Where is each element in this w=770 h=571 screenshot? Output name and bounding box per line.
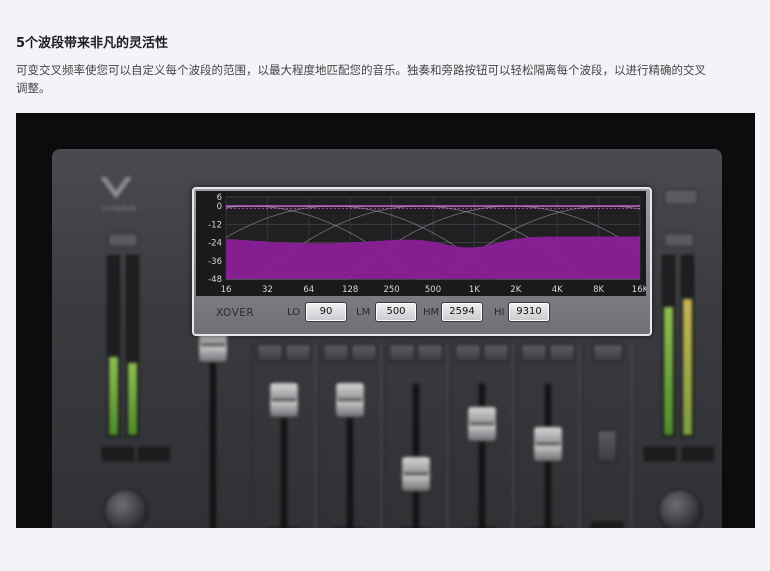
band-2-bypass-button[interactable] [351,344,377,362]
band-2-fader-cap[interactable] [335,382,365,418]
output-gain-knob[interactable] [658,489,702,528]
output-meter-right [681,255,694,437]
band-3-solo-button[interactable] [389,344,415,362]
band-1-fader-cap[interactable] [269,382,299,418]
crossover-hm-label: HM [423,307,440,318]
master-strip-button[interactable] [593,344,623,362]
master-strip-label [591,522,623,528]
input-meter-left [107,255,120,437]
band-5-solo-button[interactable] [521,344,547,362]
eq-x-tick: 8K [593,285,604,295]
master-strip [582,344,632,528]
crossover-bar: XOVER LO 90 LM 500 HM 2594 HI 9310 [194,298,646,332]
input-meter-button[interactable] [108,233,138,247]
output-meter-left [662,255,675,437]
band-4-bypass-button[interactable] [483,344,509,362]
band-5-fader-cap[interactable] [533,426,563,462]
crossover-lo-label: LO [287,307,301,318]
crossover-hm-field[interactable]: 2594 [441,302,483,322]
eq-x-tick: 16 [221,285,232,295]
crossover-lm-label: LM [356,307,371,318]
input-meter-right [126,255,139,437]
band-strip-5 [516,344,580,528]
band-strip-2 [318,344,382,528]
eq-x-tick: 500 [425,285,441,295]
eq-response-fill [226,236,640,279]
crossover-lm-field[interactable]: 500 [375,302,417,322]
eq-graph: 6 0 -12 -24 -36 -48 16 32 64 128 250 500 1K 2K 4K 8K 16K [196,191,649,296]
eq-x-tick: 128 [342,285,358,295]
crossover-hi-field[interactable]: 9310 [508,302,550,322]
band-3-fader-cap[interactable] [401,456,431,492]
article-description: 可变交叉频率使您可以自定义每个波段的范围，以最大程度地匹配您的音乐。独奏和旁路按… [16,63,706,95]
eq-x-tick: 16K [632,285,646,295]
brand-name: VITAMIN [101,205,137,213]
eq-graph-svg: 60-12-24-36-4816 32 64 128 250 500 1K 2K 4K 8K 16K [208,193,649,295]
input-readout-left [102,447,134,461]
eq-y-tick: -36 [208,257,222,267]
eq-x-tick: 250 [383,285,399,295]
band-strip-3 [384,344,448,528]
eq-y-tick: 0 [217,202,222,212]
eq-x-tick: 1K [469,285,480,295]
crossover-lo-field[interactable]: 90 [305,302,347,322]
eq-y-tick: -12 [208,220,222,230]
eq-y-tick: -24 [208,239,222,249]
band-strip-1 [252,344,316,528]
band-4-fader-cap[interactable] [467,406,497,442]
output-meter-button[interactable] [664,233,694,247]
input-gain-knob[interactable] [104,489,148,528]
output-readout-right [682,447,714,461]
eq-x-tick: 2K [510,285,521,295]
brand-logo-icon [100,177,132,199]
band-1-bypass-button[interactable] [285,344,311,362]
band-4-solo-button[interactable] [455,344,481,362]
article-heading: 5个波段带来非凡的灵活性 [16,36,169,51]
band-1-solo-button[interactable] [257,344,283,362]
eq-x-tick: 32 [262,285,273,295]
band-2-solo-button[interactable] [323,344,349,362]
input-readout-right [138,447,170,461]
band-5-bypass-button[interactable] [549,344,575,362]
crossover-hi-label: HI [494,307,505,318]
plugin-screenshot: VITAMIN 6 0 -12 -24 -36 -48 16 32 64 128… [16,113,755,528]
crossover-window: 6 0 -12 -24 -36 -48 16 32 64 128 250 500 1K 2K 4K 8K 16K… [192,187,652,336]
eq-y-tick: -48 [208,275,222,285]
output-top-button[interactable] [664,189,698,205]
master-switch[interactable] [597,430,617,462]
band-strip-4 [450,344,514,528]
eq-x-tick: 4K [552,285,563,295]
output-readout-left [644,447,676,461]
master-fader-track [210,349,216,528]
eq-x-tick: 64 [303,285,314,295]
plugin-panel: VITAMIN 6 0 -12 -24 -36 -48 16 32 64 128… [52,149,722,528]
band-3-bypass-button[interactable] [417,344,443,362]
crossover-title: XOVER [216,307,255,319]
